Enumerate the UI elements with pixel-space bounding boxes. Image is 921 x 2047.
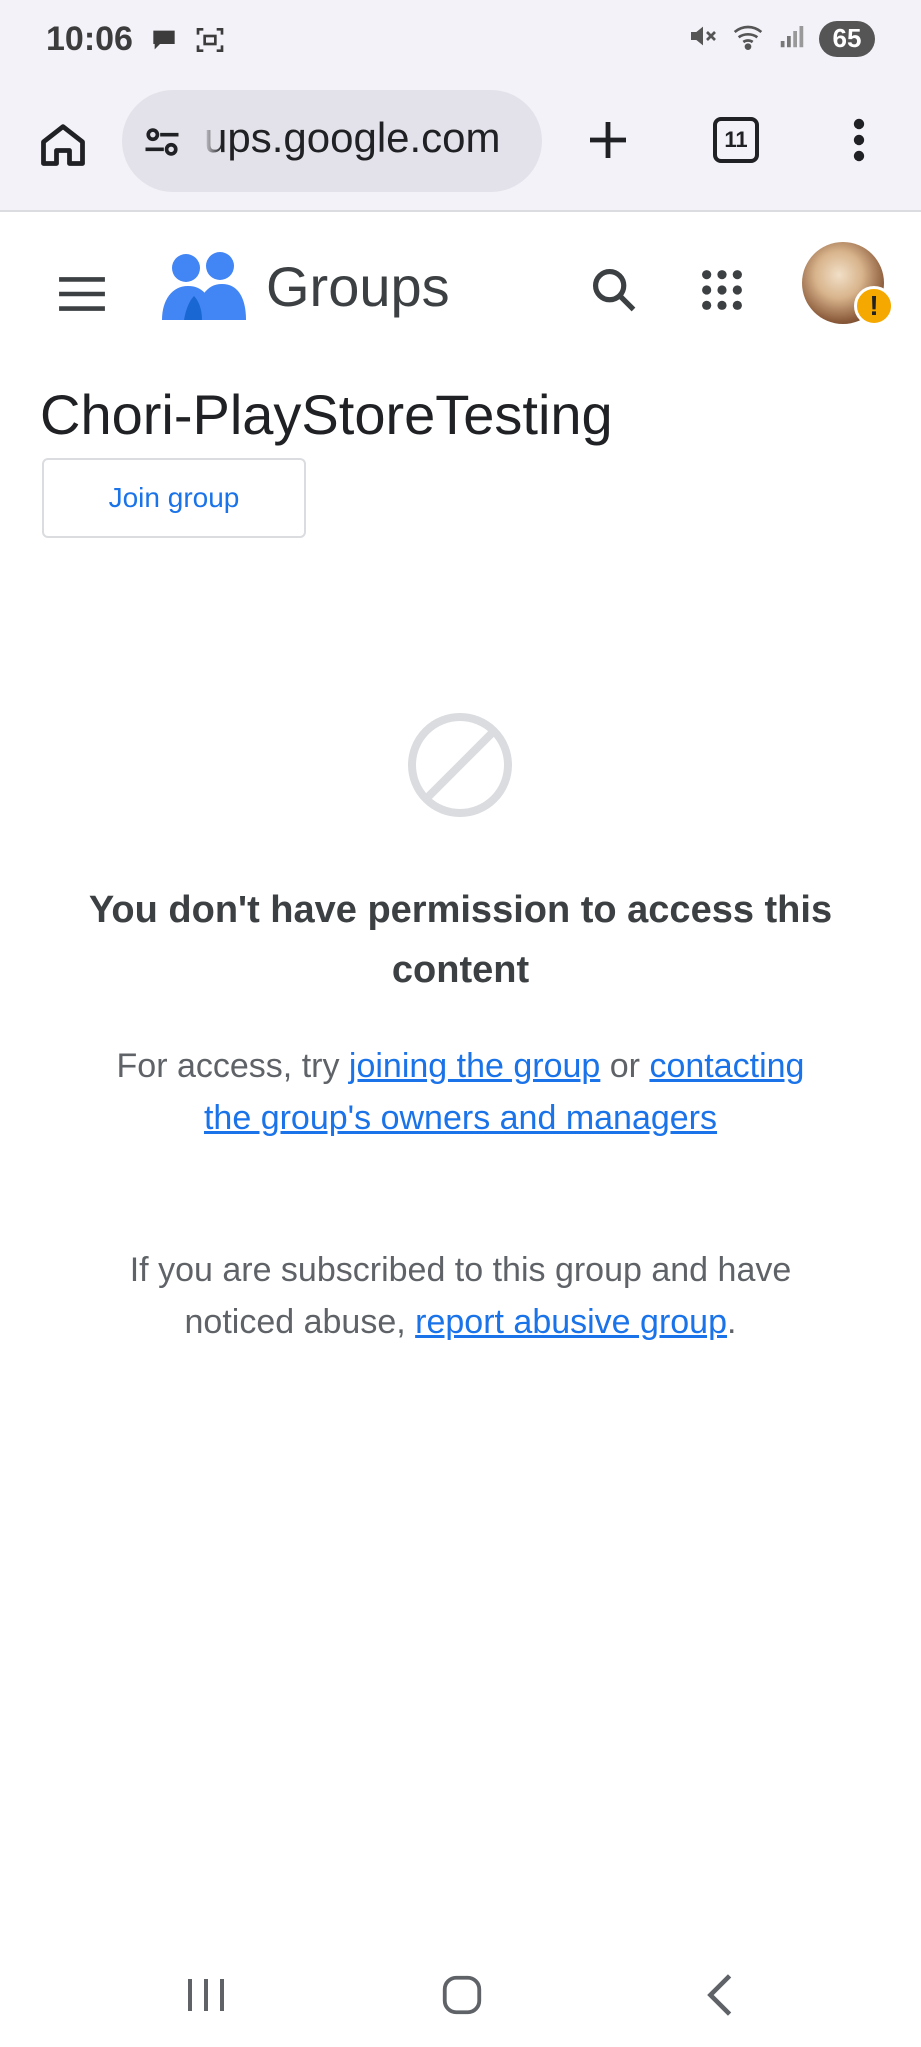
status-time: 10:06 [46, 20, 133, 58]
url-text: ups.google.com [204, 114, 501, 161]
battery-indicator: 65 [819, 20, 875, 57]
address-bar[interactable]: ups.google.com [122, 90, 542, 192]
google-apps-button[interactable] [682, 250, 762, 330]
screenshot-icon [194, 24, 226, 61]
system-nav-bar [0, 1940, 921, 2047]
main-menu-button[interactable] [42, 254, 122, 334]
brand-name[interactable]: Groups [266, 254, 450, 319]
chat-notification-icon [148, 24, 180, 61]
url-fade [202, 110, 222, 170]
access-prefix-text: For access, try [116, 1047, 349, 1085]
status-left-icons [148, 24, 226, 61]
app-header: Groups ! [0, 212, 921, 352]
search-button[interactable] [574, 250, 654, 330]
page: 10:06 65 ups.google.com 11 Groups ! Chor… [0, 0, 921, 2047]
permission-heading: You don't have permission to access this… [88, 889, 833, 991]
recent-apps-button[interactable] [166, 1962, 246, 2028]
status-bar: 10:06 65 [0, 0, 921, 82]
recent-apps-icon [188, 1979, 224, 2011]
access-or-text: or [600, 1047, 650, 1085]
group-title: Chori-PlayStoreTesting [40, 383, 613, 446]
tab-switcher-button[interactable]: 11 [700, 104, 772, 176]
wifi-icon [731, 20, 765, 57]
mute-icon [687, 20, 719, 57]
warning-badge-icon: ! [854, 286, 894, 326]
groups-logo-icon [162, 252, 246, 320]
home-icon [41, 124, 85, 166]
signal-icon [777, 21, 807, 56]
joining-group-link[interactable]: joining the group [349, 1047, 600, 1085]
apps-grid-icon [702, 270, 742, 310]
abuse-suffix-text: . [727, 1303, 737, 1341]
tab-count: 11 [713, 117, 759, 163]
home-nav-button[interactable] [422, 1962, 502, 2028]
more-vert-icon [853, 118, 865, 162]
back-button[interactable] [680, 1962, 760, 2028]
access-instructions: For access, try joining the group or con… [110, 1040, 811, 1144]
back-icon [707, 1974, 732, 2016]
browser-toolbar: ups.google.com 11 [0, 82, 921, 212]
groups-logo[interactable] [160, 246, 246, 331]
account-avatar[interactable]: ! [802, 242, 894, 326]
new-tab-button[interactable] [572, 104, 644, 176]
home-nav-icon [442, 1975, 482, 2015]
search-icon [592, 268, 636, 312]
block-icon [405, 710, 515, 825]
plus-icon [590, 122, 626, 158]
status-right-icons: 65 [687, 20, 875, 57]
hamburger-icon [59, 277, 105, 311]
report-abuse-link[interactable]: report abusive group [415, 1303, 727, 1341]
join-group-button[interactable]: Join group [42, 458, 306, 538]
abuse-notice: If you are subscribed to this group and … [110, 1244, 811, 1348]
home-button[interactable] [28, 109, 98, 179]
site-settings-icon[interactable] [140, 120, 184, 169]
browser-menu-button[interactable] [824, 104, 894, 176]
